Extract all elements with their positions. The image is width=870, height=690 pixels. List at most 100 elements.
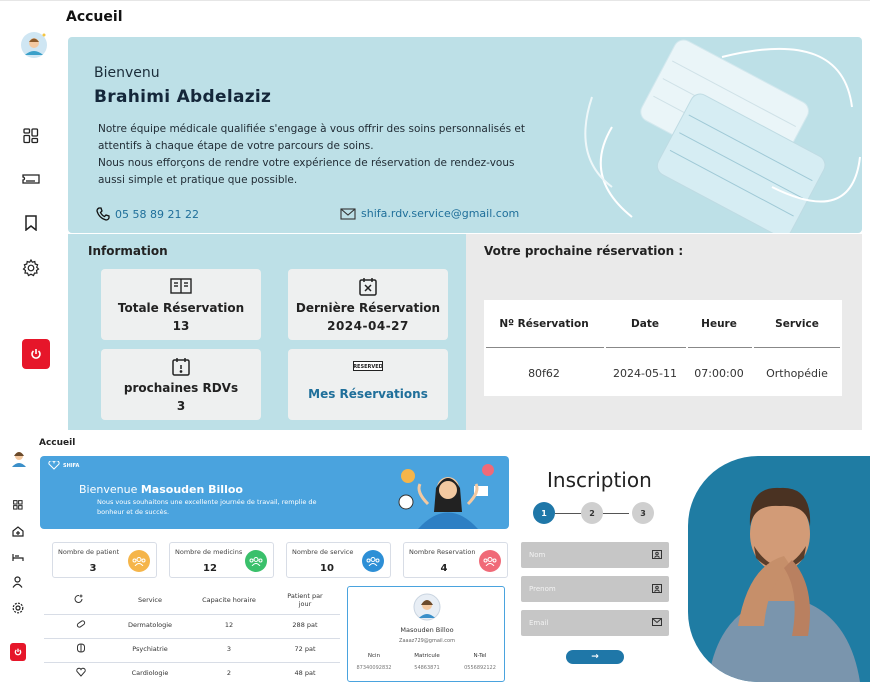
page-title: Accueil [39,438,76,448]
gear-icon[interactable] [12,602,24,614]
col-header-service: Service [775,318,819,330]
mail-icon [652,618,662,626]
card-label: Dernière Réservation [295,301,441,315]
service-name: Psychiatrie [132,645,168,653]
bookmark-icon[interactable] [18,210,44,236]
ticket-icon[interactable] [18,166,44,192]
table-row[interactable]: Psychiatrie 3 72 pat [44,638,340,658]
reserved-text: RESERVED [353,364,383,370]
header-divider [754,347,840,348]
gear-icon[interactable] [18,255,44,281]
card-label: Totale Réservation [117,301,245,315]
bandage-icon [76,620,86,628]
registration-screen: Inscription 1 2 3 → [515,434,870,690]
avatar[interactable] [20,31,48,59]
stat-value: 12 [203,563,217,574]
logout-button[interactable] [22,339,50,369]
my-reservations-card[interactable]: RESERVED Mes Réservations [288,349,448,420]
step-3[interactable]: 3 [632,502,654,524]
phone-contact[interactable]: 05 58 89 21 22 [96,207,199,221]
reservations-stat: Nombre Reservation 4 [403,542,508,578]
prenom-field[interactable] [521,576,669,602]
next-reservation-table: Nº Réservation Date Heure Service 80f62 … [484,300,842,396]
stat-label: Nombre de patient [58,548,120,556]
busy-woman-illustration [398,464,494,529]
nom-field[interactable] [521,542,669,568]
service-capacity: 2 [226,669,232,677]
email-address: shifa.rdv.service@gmail.com [361,207,520,220]
step-1[interactable]: 1 [533,502,555,524]
phone-icon [96,207,110,221]
coughing-man-photo [688,456,870,682]
registration-title: Inscription [547,468,652,492]
header-divider [606,347,686,348]
welcome-label: Bienvenu [94,65,160,81]
avatar [413,593,441,621]
step-2[interactable]: 2 [581,502,603,524]
col-header-service: Service [137,596,163,604]
col-header-capacity: Capacite horaire [202,596,256,604]
stat-label: Nombre de service [292,548,354,556]
doctor-icon[interactable] [12,576,23,588]
last-reservation-card: Dernière Réservation 2024-04-27 [288,269,448,340]
prenom-input[interactable] [521,576,669,602]
patients-stat: Nombre de patient 3 [52,542,157,578]
logout-button[interactable] [10,643,26,661]
group-icon [245,550,267,572]
brand-logo: SHIFA [48,461,79,470]
avatar[interactable] [11,450,27,468]
intro-text: Notre équipe médicale qualifiée s'engage… [98,121,538,189]
arrow-right-icon: → [591,651,599,662]
welcome-prefix: Bienvenue [79,483,138,496]
heart-pulse-icon [48,461,60,470]
email-input[interactable] [521,610,669,636]
group-icon [128,550,150,572]
power-icon [31,349,41,359]
services-stat: Nombre de service 10 [286,542,391,578]
my-reservations-link[interactable]: Mes Réservations [288,387,448,401]
welcome-message: Nous vous souhaitons une excellente jour… [97,498,317,516]
phone-number: 05 58 89 21 22 [115,207,199,221]
calendar-x-icon [359,278,377,296]
header-divider [486,347,604,348]
phone-value: 0556892122 [464,665,496,671]
profile-email: Zaaaz729@gmail.com [399,638,455,644]
service-capacity: 12 [224,621,234,629]
dashboard-icon[interactable] [18,123,44,149]
email-field[interactable] [521,610,669,636]
reservation-number: 80f62 [528,367,560,380]
dashboard-icon[interactable] [13,500,23,510]
hospital-icon[interactable] [12,526,24,537]
brand-name: SHIFA [63,462,80,469]
phone-label: N-Tel [473,653,487,659]
service-name: Cardiologie [131,669,169,677]
next-button[interactable]: → [566,650,624,664]
stat-label: Nombre Reservation [409,548,476,556]
face-mask-image [584,39,861,233]
welcome-banner: Bienvenu Brahimi Abdelaziz Notre équipe … [68,37,862,233]
id-card-icon [652,584,662,593]
ncin-value: 87340092832 [356,665,392,671]
user-name: Brahimi Abdelaziz [94,87,272,107]
stat-value: 3 [89,563,97,574]
doctor-name: Masouden Billoo [140,483,243,496]
doctor-dashboard: Accueil SHIFA Bienvenue Masouden Billoo … [0,434,515,690]
info-title: Information [88,244,168,258]
service-per-day: 48 pat [294,669,316,677]
email-contact[interactable]: shifa.rdv.service@gmail.com [340,207,519,220]
add-service-icon[interactable] [74,594,84,604]
bed-icon[interactable] [12,552,24,562]
stat-value: 10 [320,563,334,574]
stat-label: Nombre de medicins [175,548,243,556]
card-value: 3 [176,399,186,413]
table-row[interactable]: Cardiologie 2 48 pat [44,662,340,682]
col-header-time: Heure [701,318,737,330]
nom-input[interactable] [521,542,669,568]
col-header-date: Date [631,318,659,330]
table-row[interactable]: Dermatologie 12 288 pat [44,614,340,634]
service-per-day: 72 pat [294,645,316,653]
reserved-sign-icon: RESERVED [353,361,383,371]
service-name: Dermatologie [127,621,173,629]
col-header-per-day: Patient par jour [287,592,323,608]
card-value: 13 [172,319,190,333]
